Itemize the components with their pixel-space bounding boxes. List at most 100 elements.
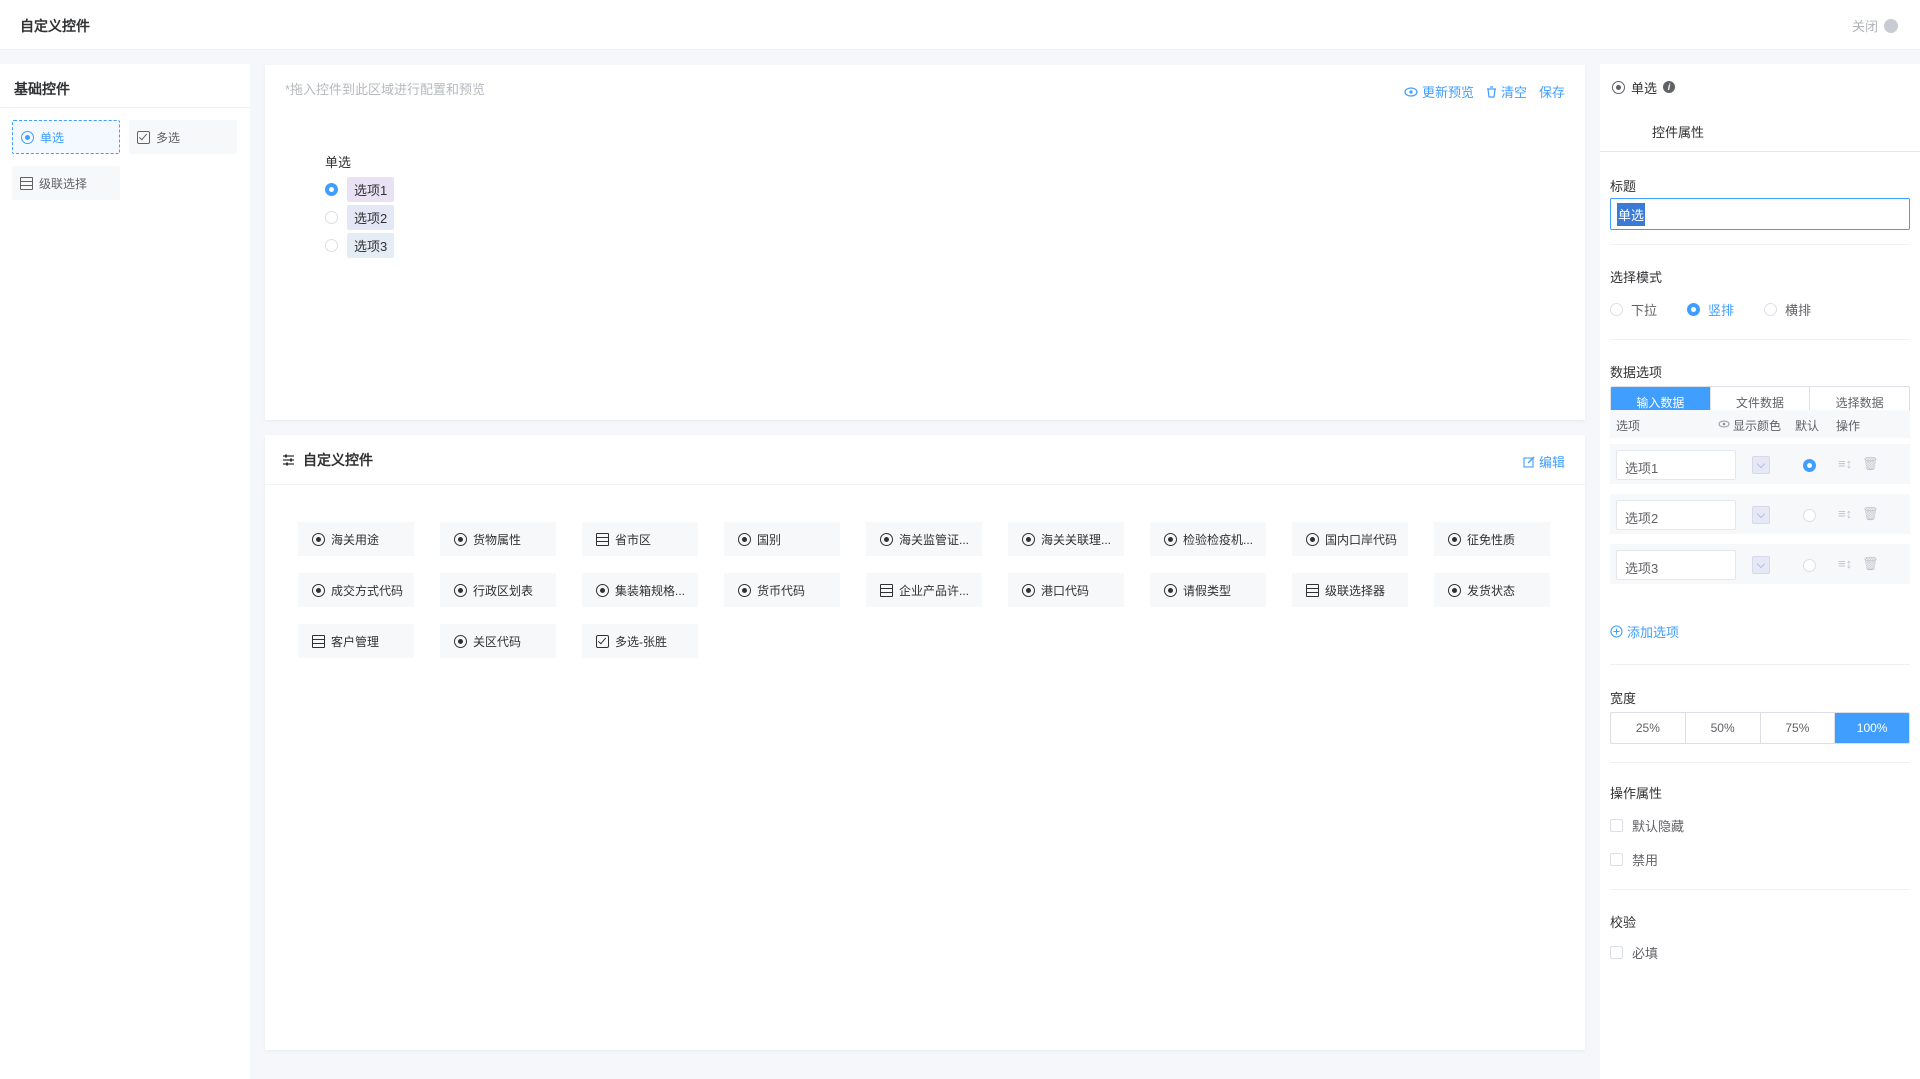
preview-option[interactable]: 选项3 xyxy=(325,233,395,258)
clear-button[interactable]: 清空 xyxy=(1486,82,1527,101)
chip-label: 省市区 xyxy=(615,532,652,547)
custom-control-chip[interactable]: 货币代码 xyxy=(724,573,840,607)
default-radio[interactable] xyxy=(1803,509,1816,522)
update-preview-button[interactable]: 更新预览 xyxy=(1404,82,1474,101)
checkbox[interactable] xyxy=(1610,819,1623,832)
default-radio[interactable] xyxy=(1803,459,1816,472)
cascade-icon xyxy=(880,583,893,597)
custom-control-chip[interactable]: 海关关联理... xyxy=(1008,522,1124,556)
custom-control-chip[interactable]: 海关监管证... xyxy=(866,522,982,556)
trash-icon xyxy=(1486,85,1496,98)
basic-item-radio[interactable]: 单选 xyxy=(12,120,120,154)
mode-label: 横排 xyxy=(1785,303,1812,318)
mode-label: 下拉 xyxy=(1631,303,1658,318)
sort-icon[interactable]: ≡↕ xyxy=(1838,456,1852,471)
default-radio[interactable] xyxy=(1803,559,1816,572)
color-picker[interactable] xyxy=(1752,506,1770,524)
option-input[interactable]: 选项1 xyxy=(1616,450,1736,480)
radio-selected[interactable] xyxy=(1687,303,1701,316)
custom-control-chip[interactable]: 发货状态 xyxy=(1434,573,1550,607)
edit-icon xyxy=(1523,456,1535,468)
width-25[interactable]: 25% xyxy=(1611,713,1686,743)
custom-control-chip[interactable]: 多选-张胜 xyxy=(582,624,698,658)
radio-icon xyxy=(1022,583,1035,597)
custom-control-chip[interactable]: 海关用途 xyxy=(298,522,414,556)
control-type-label: 单选 xyxy=(1631,80,1658,96)
chip-label: 集装箱规格... xyxy=(615,583,686,598)
tab-control-props[interactable]: 控件属性 xyxy=(1600,110,1920,152)
basic-item-cascade[interactable]: 级联选择 xyxy=(12,166,120,200)
basic-controls-panel: 基础控件 单选 多选 级联选择 xyxy=(0,64,250,1079)
checkbox[interactable] xyxy=(1610,853,1623,866)
custom-control-chip[interactable]: 国内口岸代码 xyxy=(1292,522,1408,556)
sort-icon[interactable]: ≡↕ xyxy=(1838,506,1852,521)
add-option-label: 添加选项 xyxy=(1627,625,1680,640)
preview-option[interactable]: 选项2 xyxy=(325,205,395,230)
basic-item-label: 单选 xyxy=(40,130,65,145)
mode-option-vertical[interactable]: 竖排 xyxy=(1687,300,1734,319)
radio-unselected[interactable] xyxy=(1764,303,1778,316)
basic-item-checkbox[interactable]: 多选 xyxy=(129,120,237,154)
chip-label: 海关关联理... xyxy=(1041,532,1112,547)
custom-control-chip[interactable]: 省市区 xyxy=(582,522,698,556)
mode-option-dropdown[interactable]: 下拉 xyxy=(1610,300,1657,319)
chip-label: 国别 xyxy=(757,532,782,547)
title-input[interactable]: 单选 xyxy=(1610,198,1910,230)
custom-control-chip[interactable]: 国别 xyxy=(724,522,840,556)
custom-control-chip[interactable]: 成交方式代码 xyxy=(298,573,414,607)
edit-button[interactable]: 编辑 xyxy=(1523,452,1565,471)
radio-unselected[interactable] xyxy=(1610,303,1623,316)
color-picker[interactable] xyxy=(1752,556,1770,574)
add-option-button[interactable]: 添加选项 xyxy=(1610,622,1679,641)
option-input[interactable]: 选项2 xyxy=(1616,500,1736,530)
checkbox-label: 禁用 xyxy=(1632,853,1659,868)
custom-control-chip[interactable]: 企业产品许... xyxy=(866,573,982,607)
col-color: 显示颜色 xyxy=(1733,419,1782,433)
radio-icon xyxy=(1612,80,1625,94)
trash-icon[interactable]: 🗑 xyxy=(1862,456,1879,472)
info-icon[interactable]: i xyxy=(1663,81,1676,93)
trash-icon[interactable]: 🗑 xyxy=(1862,506,1879,522)
custom-controls-heading: 自定义控件 xyxy=(303,451,373,468)
checkbox-disabled[interactable]: 禁用 xyxy=(1610,850,1658,869)
radio-unselected[interactable] xyxy=(325,211,338,224)
custom-control-chip[interactable]: 客户管理 xyxy=(298,624,414,658)
close-label: 关闭 xyxy=(1851,19,1878,34)
chip-label: 征免性质 xyxy=(1467,532,1516,547)
mode-option-horizontal[interactable]: 横排 xyxy=(1764,300,1811,319)
width-100[interactable]: 100% xyxy=(1835,713,1909,743)
mode-radio-group: 下拉 竖排 横排 xyxy=(1610,300,1811,319)
preview-canvas[interactable]: *拖入控件到此区域进行配置和预览 更新预览 清空 保存 单选 选项1 选项2 选… xyxy=(265,65,1585,420)
radio-icon xyxy=(454,634,467,648)
sort-icon[interactable]: ≡↕ xyxy=(1838,556,1852,571)
custom-control-chip[interactable]: 关区代码 xyxy=(440,624,556,658)
color-picker[interactable] xyxy=(1752,456,1770,474)
mode-label: 竖排 xyxy=(1708,303,1735,318)
radio-icon xyxy=(312,583,325,597)
checkbox-required[interactable]: 必填 xyxy=(1610,943,1658,962)
radio-icon xyxy=(738,583,751,597)
custom-control-chip[interactable]: 港口代码 xyxy=(1008,573,1124,607)
width-50[interactable]: 50% xyxy=(1686,713,1761,743)
custom-control-chip[interactable]: 集装箱规格... xyxy=(582,573,698,607)
checkbox[interactable] xyxy=(1610,946,1623,959)
option-input[interactable]: 选项3 xyxy=(1616,550,1736,580)
custom-control-chip[interactable]: 征免性质 xyxy=(1434,522,1550,556)
radio-unselected[interactable] xyxy=(325,239,338,252)
custom-control-chip[interactable]: 请假类型 xyxy=(1150,573,1266,607)
width-75[interactable]: 75% xyxy=(1761,713,1836,743)
cascade-icon xyxy=(312,634,325,648)
trash-icon[interactable]: 🗑 xyxy=(1862,556,1879,572)
divider xyxy=(1610,762,1910,763)
custom-control-chip[interactable]: 行政区划表 xyxy=(440,573,556,607)
preview-option[interactable]: 选项1 xyxy=(325,177,395,202)
update-preview-label: 更新预览 xyxy=(1421,85,1474,100)
radio-selected[interactable] xyxy=(325,183,338,196)
custom-control-chip[interactable]: 级联选择器 xyxy=(1292,573,1408,607)
save-button[interactable]: 保存 xyxy=(1539,82,1565,101)
checkbox-default-hidden[interactable]: 默认隐藏 xyxy=(1610,816,1684,835)
custom-control-chip[interactable]: 货物属性 xyxy=(440,522,556,556)
custom-control-chip[interactable]: 检验检疫机... xyxy=(1150,522,1266,556)
title-section-label: 标题 xyxy=(1610,179,1637,194)
close-button[interactable]: 关闭 xyxy=(1852,16,1898,35)
